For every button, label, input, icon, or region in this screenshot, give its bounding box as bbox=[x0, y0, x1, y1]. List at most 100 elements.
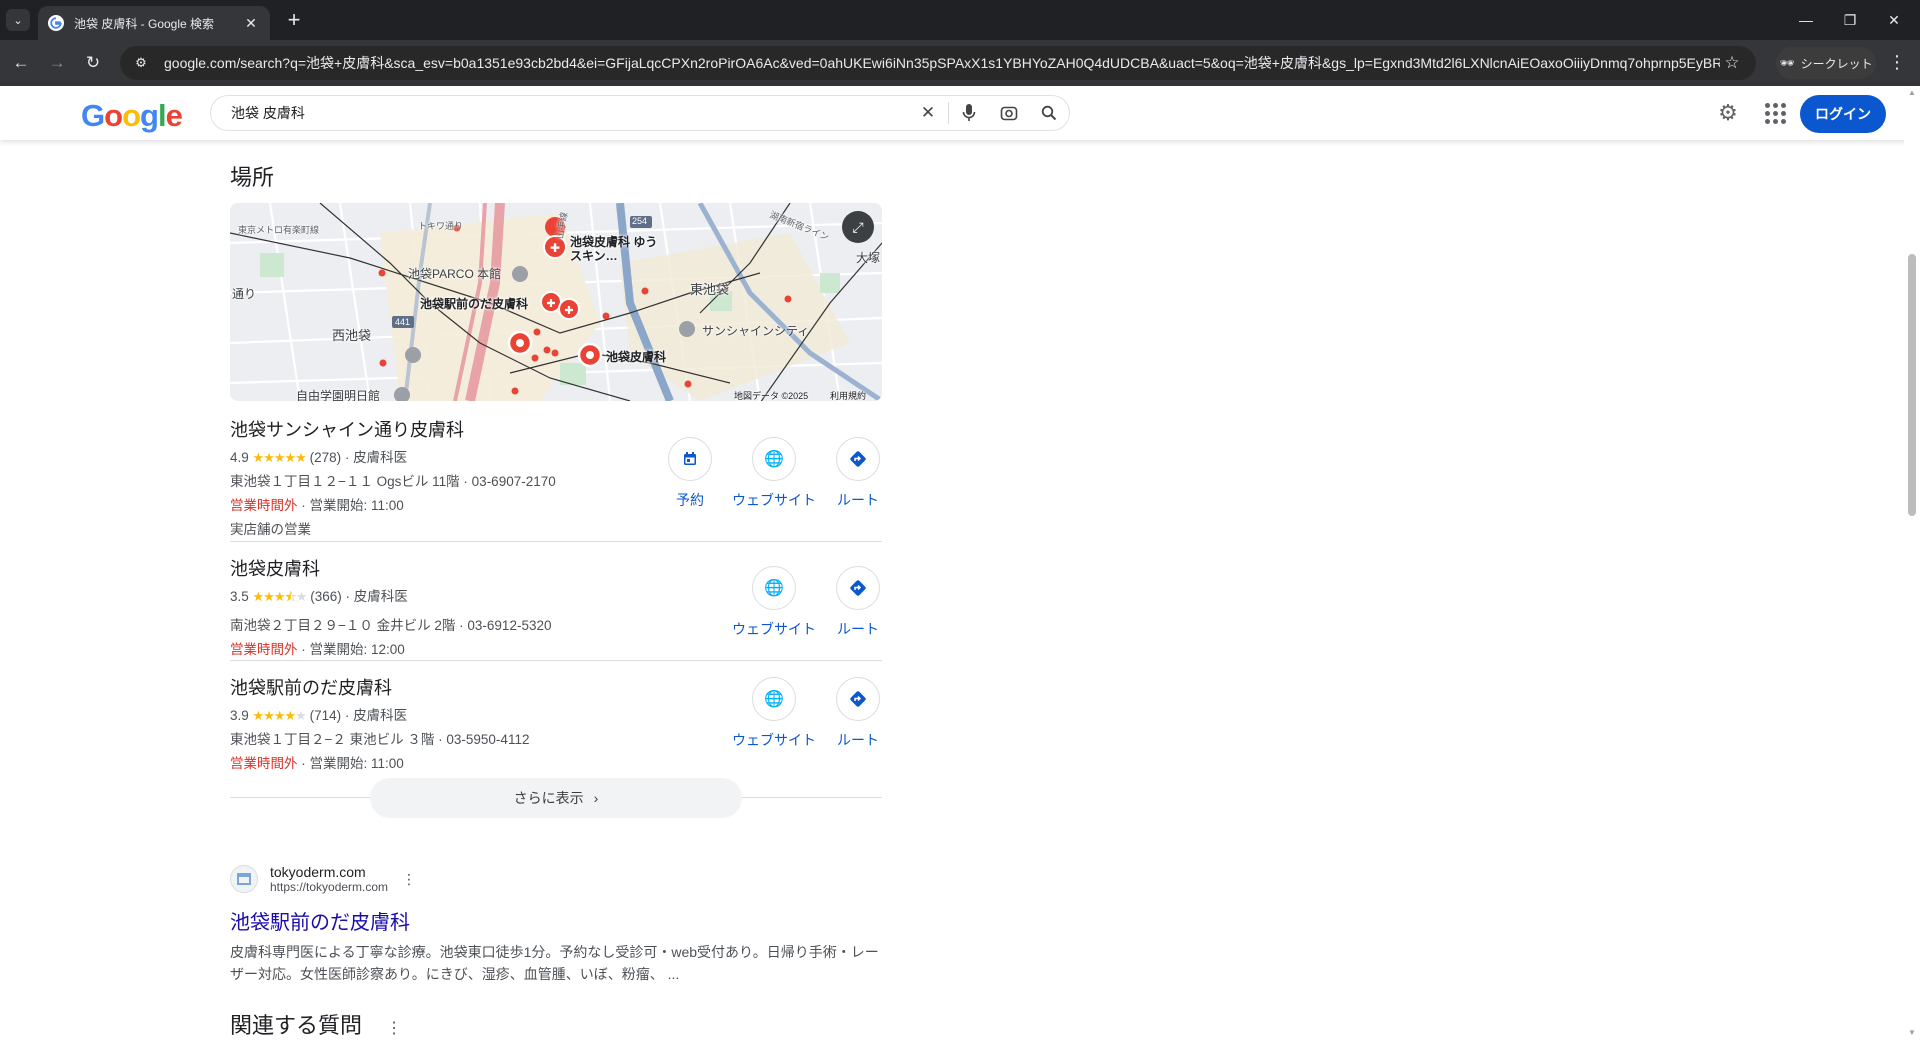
place-1-actions: 予約 🌐 ウェブサイト ルート bbox=[648, 437, 900, 510]
more-places: さらに表示 › bbox=[230, 778, 882, 818]
show-more-button[interactable]: さらに表示 › bbox=[370, 778, 742, 818]
map-label-higashi: 東池袋 bbox=[690, 282, 730, 297]
page-scrollbar[interactable] bbox=[1904, 86, 1920, 1040]
place-opens: 営業開始: 12:00 bbox=[309, 642, 405, 657]
google-apps-icon[interactable] bbox=[1762, 100, 1788, 126]
place-address: 南池袋２丁目２９−１０ 金井ビル 2階 bbox=[230, 618, 456, 633]
scrollbar-thumb[interactable] bbox=[1908, 254, 1916, 516]
url-text[interactable]: google.com/search?q=池袋+皮膚科&sca_esv=b0a13… bbox=[164, 53, 1720, 73]
place-divider bbox=[230, 660, 882, 661]
result-menu-icon[interactable]: ⋮ bbox=[402, 871, 416, 888]
bookmark-star-icon[interactable]: ☆ bbox=[1720, 53, 1744, 73]
place-hours-line: 営業時間外 · 営業開始: 12:00 bbox=[230, 642, 405, 657]
globe-icon: 🌐 bbox=[752, 566, 796, 610]
map-label-street: トキワ通り bbox=[418, 221, 464, 231]
related-questions-heading: 関連する質問 ⋮ bbox=[230, 1008, 402, 1040]
related-questions-title: 関連する質問 bbox=[230, 1013, 363, 1038]
chevron-right-icon: › bbox=[593, 790, 599, 806]
back-icon[interactable]: ← bbox=[8, 50, 34, 76]
place-category: 皮膚科医 bbox=[353, 708, 408, 723]
forward-icon[interactable]: → bbox=[44, 50, 70, 76]
website-button[interactable]: 🌐 ウェブサイト bbox=[732, 677, 816, 750]
minimize-button[interactable]: — bbox=[1786, 6, 1826, 34]
scroll-down-arrow-icon[interactable]: ▼ bbox=[1908, 1028, 1916, 1037]
tab-close-icon[interactable]: ✕ bbox=[242, 15, 260, 32]
map-label-pin1: 池袋皮膚科 ゆうスキン… bbox=[570, 235, 658, 263]
map-terms-link[interactable]: 利用規約 bbox=[830, 389, 866, 401]
browser-menu-icon[interactable]: ⋮ bbox=[1886, 52, 1908, 73]
place-reviews[interactable]: (366) bbox=[310, 589, 342, 604]
result-site-row[interactable]: tokyoderm.com https://tokyoderm.com ⋮ bbox=[230, 864, 882, 894]
place-rating: 4.9 bbox=[230, 450, 249, 465]
settings-gear-icon[interactable]: ⚙ bbox=[1715, 100, 1741, 126]
map-copyright: 地図データ ©2025 bbox=[734, 391, 809, 401]
map-expand-icon[interactable]: ⤢ bbox=[842, 211, 874, 243]
place-divider bbox=[230, 541, 882, 542]
place-extra: 実店舗の営業 bbox=[230, 522, 311, 537]
scroll-up-arrow-icon[interactable]: ▲ bbox=[1908, 88, 1916, 97]
star-rating-icon: ★★★⯪★ bbox=[252, 589, 308, 604]
result-site-name: tokyoderm.com bbox=[270, 864, 366, 880]
tab-search-button[interactable]: ⌄ bbox=[6, 9, 30, 31]
map-label-sunshine: サンシャインシティ bbox=[702, 324, 810, 338]
reload-icon[interactable]: ↻ bbox=[80, 50, 106, 76]
google-header: Google ✕ ⚙ ログイン bbox=[0, 86, 1920, 140]
search-icon[interactable] bbox=[1029, 96, 1069, 130]
places-heading: 場所 bbox=[230, 165, 275, 190]
place-opens: 営業開始: 11:00 bbox=[309, 498, 404, 513]
place-status: 営業時間外 bbox=[230, 756, 298, 771]
login-button[interactable]: ログイン bbox=[1800, 95, 1886, 133]
google-favicon-icon bbox=[48, 15, 64, 31]
result-snippet: 皮膚科専門医による丁寧な診療。池袋東口徒歩1分。予約なし受診可・web受付あり。… bbox=[230, 944, 879, 982]
globe-icon: 🌐 bbox=[752, 677, 796, 721]
site-favicon-icon bbox=[230, 865, 258, 893]
place-3-actions: 🌐 ウェブサイト ルート bbox=[732, 677, 900, 750]
new-tab-button[interactable]: + bbox=[282, 8, 306, 32]
incognito-badge[interactable]: 🕶 シークレット bbox=[1776, 47, 1876, 79]
map-label-pin2: 池袋駅前のだ皮膚科 bbox=[420, 297, 529, 311]
map-label-jiyu: 自由学園明日館 bbox=[296, 389, 381, 401]
website-button[interactable]: 🌐 ウェブサイト bbox=[732, 437, 816, 510]
google-logo[interactable]: Google bbox=[81, 98, 183, 134]
website-label: ウェブサイト bbox=[732, 492, 816, 508]
place-address: 東池袋１丁目２−２ 東池ビル ３階 bbox=[230, 732, 435, 747]
restore-button[interactable]: ❐ bbox=[1830, 6, 1870, 34]
reserve-button[interactable]: 予約 bbox=[648, 437, 732, 510]
lens-camera-icon[interactable] bbox=[989, 96, 1029, 130]
place-opens: 営業開始: 11:00 bbox=[309, 756, 404, 771]
directions-button[interactable]: ルート bbox=[816, 566, 900, 639]
directions-button[interactable]: ルート bbox=[816, 677, 900, 750]
browser-tab[interactable]: 池袋 皮膚科 - Google 検索 ✕ bbox=[38, 6, 270, 40]
microphone-icon[interactable] bbox=[949, 96, 989, 130]
places-map[interactable]: ✚ ✚ ✚ 東京メトロ有楽町線 トキワ通り 池袋PARCO 本館 山手線 254… bbox=[230, 203, 882, 401]
search-box: ✕ bbox=[210, 95, 1070, 131]
result-site-url: https://tokyoderm.com bbox=[270, 880, 389, 894]
address-bar[interactable]: ⚙ google.com/search?q=池袋+皮膚科&sca_esv=b0a… bbox=[120, 46, 1756, 80]
related-menu-icon[interactable]: ⋮ bbox=[386, 1020, 402, 1037]
clear-icon[interactable]: ✕ bbox=[908, 96, 948, 130]
website-button[interactable]: 🌐 ウェブサイト bbox=[732, 566, 816, 639]
map-label-otsuka: 大塚 bbox=[856, 251, 881, 265]
place-phone: 03-5950-4112 bbox=[446, 732, 530, 747]
search-input[interactable] bbox=[231, 105, 908, 121]
website-label: ウェブサイト bbox=[732, 732, 816, 748]
place-phone: 03-6907-2170 bbox=[471, 474, 556, 489]
place-address: 東池袋１丁目１２−１１ Ogsビル 11階 bbox=[230, 474, 460, 489]
window-close-button[interactable]: ✕ bbox=[1874, 6, 1914, 34]
place-phone: 03-6912-5320 bbox=[467, 618, 552, 633]
search-result: tokyoderm.com https://tokyoderm.com ⋮ 池袋… bbox=[230, 864, 882, 985]
map-label-pin3: 池袋皮膚科 bbox=[606, 350, 667, 364]
result-title-link[interactable]: 池袋駅前のだ皮膚科 bbox=[230, 906, 882, 935]
directions-button[interactable]: ルート bbox=[816, 437, 900, 510]
tab-title: 池袋 皮膚科 - Google 検索 bbox=[74, 16, 215, 31]
site-info-icon[interactable]: ⚙ bbox=[132, 54, 150, 72]
map-label-left-edge: 通り bbox=[232, 287, 257, 301]
place-hours-line: 営業時間外 · 営業開始: 11:00 bbox=[230, 756, 404, 771]
place-status: 営業時間外 bbox=[230, 642, 298, 657]
place-reviews[interactable]: (278) bbox=[310, 450, 342, 465]
star-rating-icon: ★★★★★ bbox=[252, 708, 307, 723]
map-label-parco: 池袋PARCO 本館 bbox=[408, 267, 502, 281]
place-reviews[interactable]: (714) bbox=[310, 708, 342, 723]
incognito-label: シークレット bbox=[1800, 56, 1873, 71]
browser-toolbar: ← → ↻ ⚙ google.com/search?q=池袋+皮膚科&sca_e… bbox=[0, 40, 1920, 86]
